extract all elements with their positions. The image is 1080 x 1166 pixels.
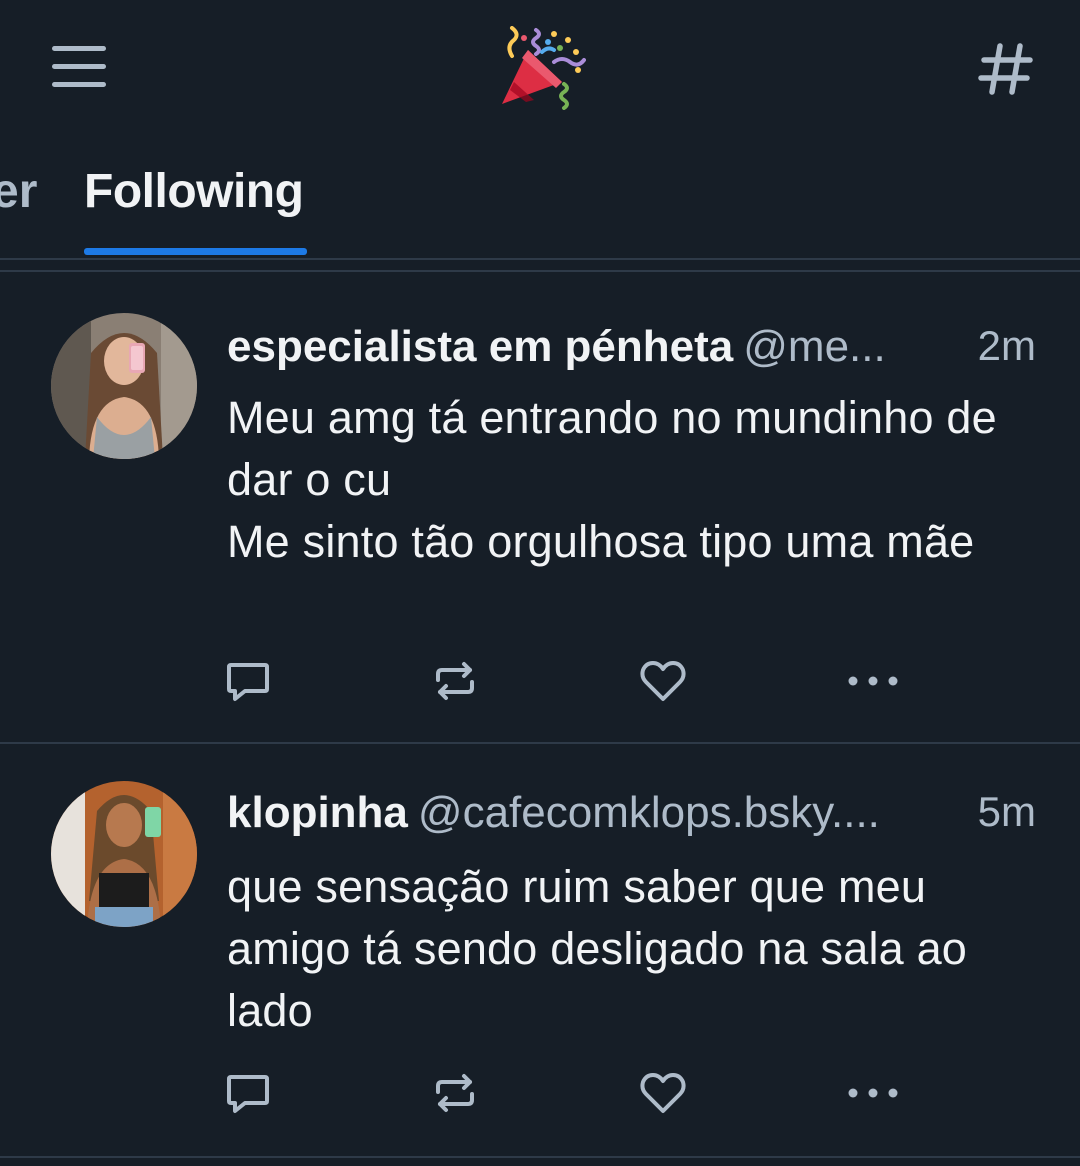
app: er Following especialista em pénheta @me.…	[0, 0, 1080, 1166]
like-icon[interactable]	[637, 656, 689, 706]
post-timestamp[interactable]: 2m	[978, 322, 1036, 370]
like-icon[interactable]	[637, 1068, 689, 1118]
more-icon[interactable]	[847, 656, 899, 706]
tab-previous[interactable]: er	[0, 164, 37, 219]
repost-icon[interactable]	[429, 656, 481, 706]
post-actions	[222, 656, 922, 706]
author-handle[interactable]: @cafecomklops.bsky....	[418, 788, 880, 837]
author-handle[interactable]: @me...	[743, 322, 885, 371]
reply-icon[interactable]	[222, 1068, 274, 1118]
reply-icon[interactable]	[222, 656, 274, 706]
post-item[interactable]: klopinha @cafecomklops.bsky.... 5m que se…	[0, 744, 1080, 1158]
party-popper-icon[interactable]	[498, 26, 586, 110]
avatar[interactable]	[51, 313, 197, 459]
post-header: klopinha @cafecomklops.bsky.... 5m	[227, 788, 1036, 844]
top-bar	[0, 0, 1080, 140]
post-text: Meu amg tá entrando no mundinho de dar o…	[227, 392, 997, 567]
post-actions	[222, 1068, 922, 1118]
feed-tabs: er Following	[0, 140, 1080, 260]
more-icon[interactable]	[847, 1068, 899, 1118]
hashtag-icon[interactable]	[976, 40, 1036, 98]
active-tab-indicator	[84, 248, 307, 255]
post-timestamp[interactable]: 5m	[978, 788, 1036, 836]
post-item[interactable]: especialista em pénheta @me... 2m Meu amg…	[0, 270, 1080, 744]
repost-icon[interactable]	[429, 1068, 481, 1118]
post-text: que sensação ruim saber que meu amigo tá…	[227, 861, 968, 1036]
author-display-name[interactable]: klopinha	[227, 788, 408, 837]
post-header: especialista em pénheta @me... 2m	[227, 322, 1036, 378]
avatar[interactable]	[51, 781, 197, 927]
author-display-name[interactable]: especialista em pénheta	[227, 322, 733, 371]
hamburger-menu-icon[interactable]	[48, 42, 110, 92]
tab-following[interactable]: Following	[84, 164, 304, 219]
